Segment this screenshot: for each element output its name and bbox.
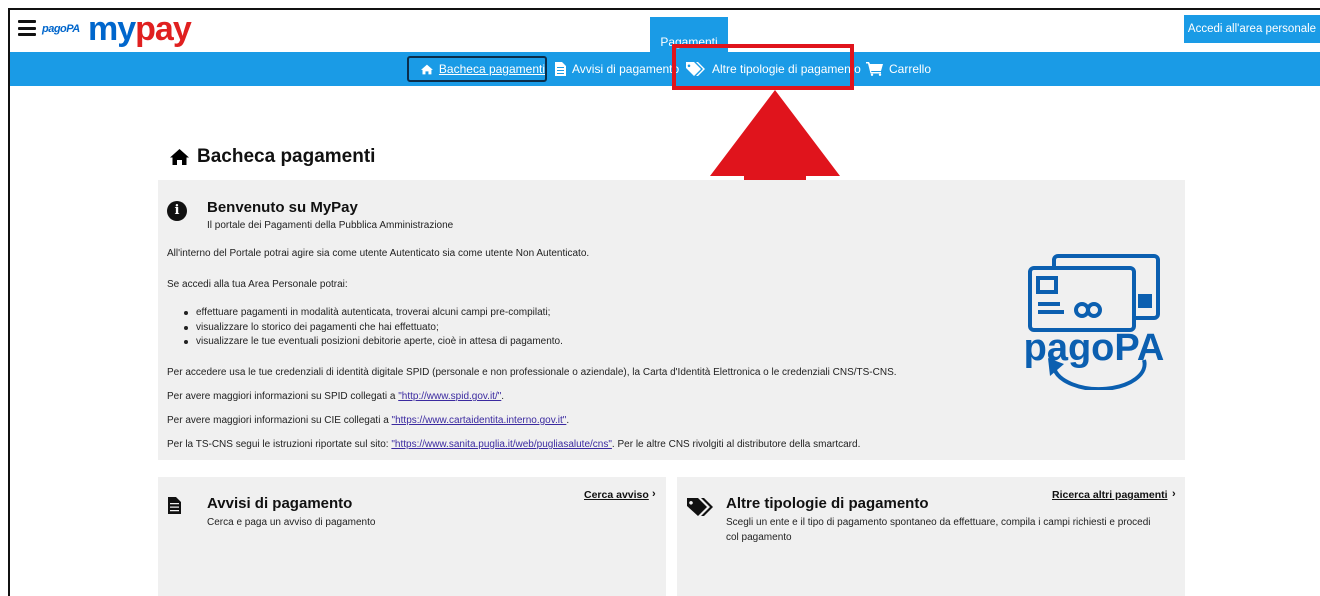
welcome-paragraph-spid: Per avere maggiori informazioni su SPID … [167,391,504,402]
page-title-text: Bacheca pagamenti [197,146,376,167]
pagopa-logo[interactable]: pagoPA [42,23,80,35]
welcome-paragraph-1: All'interno del Portale potrai agire sia… [167,248,590,259]
welcome-panel: i Benvenuto su MyPay Il portale dei Paga… [158,180,1185,460]
logo-my: MY [88,10,136,48]
list-item: visualizzare le tue eventuali posizioni … [184,335,563,350]
home-icon [170,149,189,165]
page-title: Bacheca pagamenti [170,146,375,168]
welcome-paragraph-cie: Per avere maggiori informazioni su CIE c… [167,415,569,426]
nav-avvisi-label: Avvisi di pagamento [572,62,680,76]
spid-text: Per avere maggiori informazioni su SPID … [167,391,399,402]
card-altre-tipologie: Altre tipologie di pagamento Scegli un e… [677,477,1185,596]
welcome-title: Benvenuto su MyPay [207,199,358,216]
welcome-paragraph-2: Se accedi alla tua Area Personale potrai… [167,279,348,290]
nav-bacheca-label: Bacheca pagamenti [438,62,545,76]
info-icon: i [167,201,187,221]
list-item: effettuare pagamenti in modalità autenti… [184,306,563,321]
cie-text: Per avere maggiori informazioni su CIE c… [167,415,392,426]
card-avvisi-title: Avvisi di pagamento [207,495,353,512]
spid-link[interactable]: "http://www.spid.gov.it/" [398,391,501,402]
main-navbar: Bacheca pagamenti Avvisi di pagamento Al… [10,52,1320,86]
browser-frame: pagoPA MYPAY Pagamenti Accedi all'area p… [8,8,1320,596]
tscns-suffix: . Per le altre CNS rivolgiti al distribu… [611,439,861,450]
chevron-right-icon: › [1172,488,1176,500]
highlight-box [672,44,854,90]
card-altre-title: Altre tipologie di pagamento [726,495,929,512]
spid-suffix: . [501,391,505,402]
mypay-logo[interactable]: MYPAY [88,10,192,48]
nav-bacheca-pagamenti[interactable]: Bacheca pagamenti [407,56,547,82]
nav-carrello[interactable]: Carrello [866,56,931,82]
ricerca-altri-pagamenti-link[interactable]: Ricerca altri pagamenti [1052,489,1168,501]
pagopa-logo-text: pagoPA [1024,327,1164,369]
document-icon [168,497,181,514]
tscns-link[interactable]: "https://www.sanita.puglia.it/web/puglia… [391,439,612,450]
cart-icon [866,62,883,76]
hamburger-menu-icon[interactable] [18,20,36,36]
welcome-bullets: effettuare pagamenti in modalità autenti… [184,306,563,350]
list-item: visualizzare lo storico dei pagamenti ch… [184,321,563,336]
login-button[interactable]: Accedi all'area personale [1184,15,1320,43]
card-avvisi-di-pagamento: Avvisi di pagamento Cerca e paga un avvi… [158,477,666,596]
logo-pay: PAY [135,10,192,48]
chevron-right-icon: › [652,488,656,500]
card-avvisi-desc: Cerca e paga un avviso di pagamento [207,517,376,528]
document-icon [555,62,566,76]
welcome-paragraph-tscns: Per la TS-CNS segui le istruzioni riport… [167,439,860,450]
nav-carrello-label: Carrello [889,62,932,76]
cie-suffix: . [566,415,570,426]
tags-icon [687,498,713,516]
top-header: pagoPA MYPAY Pagamenti Accedi all'area p… [10,10,1320,53]
cerca-avviso-link[interactable]: Cerca avviso [584,489,649,501]
tscns-text: Per la TS-CNS segui le istruzioni riport… [167,439,392,450]
pagopa-cards-logo: pagoPA [1024,254,1164,390]
cie-link[interactable]: "https://www.cartaidentita.interno.gov.i… [392,415,567,426]
welcome-paragraph-3: Per accedere usa le tue credenziali di i… [167,367,897,378]
welcome-subtitle: Il portale dei Pagamenti della Pubblica … [207,220,454,231]
nav-avvisi-di-pagamento[interactable]: Avvisi di pagamento [555,56,679,82]
card-altre-desc: Scegli un ente e il tipo di pagamento sp… [726,517,1151,543]
home-icon [421,64,433,74]
